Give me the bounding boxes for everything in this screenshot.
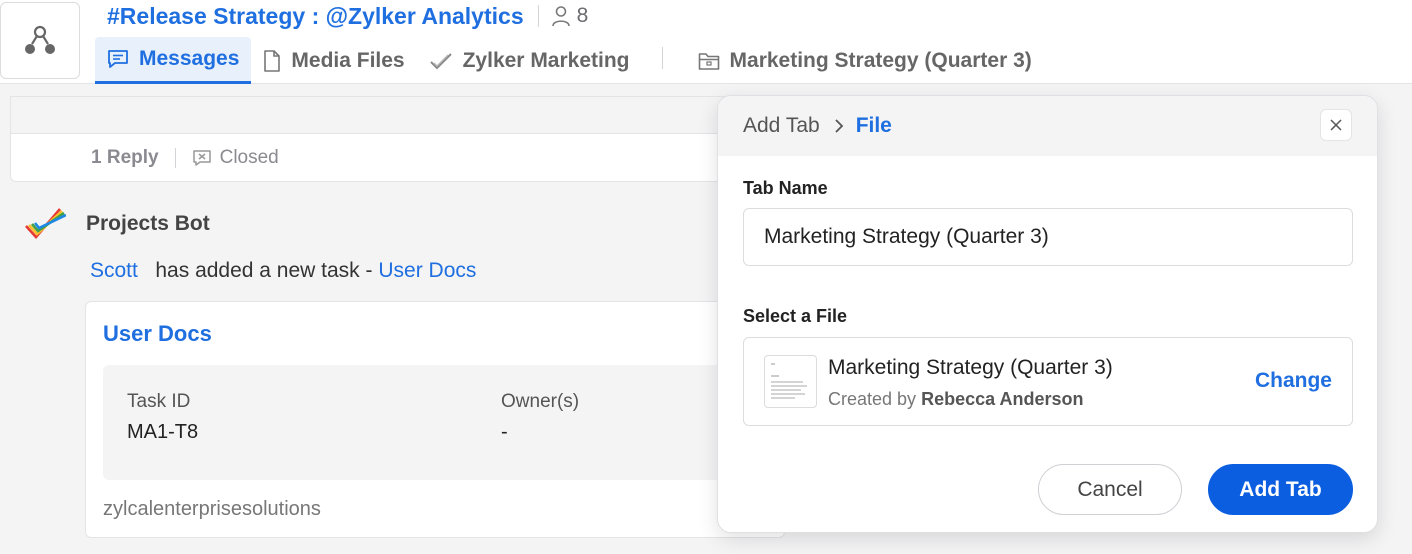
closed-thread-icon	[192, 150, 211, 166]
task-notification: Scott has added a new task - User Docs	[90, 259, 476, 283]
change-file-button[interactable]: Change	[1255, 369, 1332, 393]
channel-title[interactable]: #Release Strategy : @Zylker Analytics	[107, 3, 524, 30]
tab-marketing-strategy-label: Marketing Strategy (Quarter 3)	[729, 48, 1032, 72]
reply-count[interactable]: 1 Reply	[91, 147, 159, 169]
breadcrumb-file: File	[855, 114, 892, 137]
owner-value: -	[501, 421, 508, 443]
breadcrumb-add-tab[interactable]: Add Tab	[743, 114, 820, 138]
cancel-button[interactable]: Cancel	[1038, 464, 1182, 515]
thread-status-label: Closed	[219, 147, 279, 168]
org-name: zylcalenterprisesolutions	[103, 498, 321, 520]
tab-zylker-marketing-label: Zylker Marketing	[462, 48, 630, 72]
thread-card: 1 Reply Closed	[10, 96, 770, 182]
tab-messages[interactable]: Messages	[95, 37, 252, 84]
tab-media-files-label: Media Files	[291, 48, 405, 72]
task-fields: Task ID MA1-T8 Owner(s) -	[103, 365, 786, 480]
folder-icon	[698, 52, 719, 70]
thread-card-top	[11, 97, 769, 134]
tab-name-input[interactable]	[743, 208, 1353, 266]
modal-header: Add Tab File	[718, 96, 1377, 156]
task-link[interactable]: User Docs	[378, 259, 476, 282]
task-id-label: Task ID	[127, 391, 191, 412]
chevron-right-icon	[834, 118, 844, 134]
user-link[interactable]: Scott	[90, 259, 138, 282]
task-card: User Docs Task ID MA1-T8 Owner(s) - zylc…	[85, 301, 786, 538]
bot-name[interactable]: Projects Bot	[86, 212, 210, 236]
owner-field: Owner(s) -	[501, 391, 579, 444]
tab-media-files[interactable]: Media Files	[251, 37, 416, 84]
tab-name-label: Tab Name	[743, 178, 828, 198]
action-text: has added a new task -	[155, 259, 373, 282]
person-icon	[551, 6, 570, 27]
tab-zylker-marketing[interactable]: Zylker Marketing	[417, 37, 642, 84]
created-by-name: Rebecca Anderson	[921, 389, 1084, 409]
checkmark-icon	[429, 52, 452, 69]
task-id-value: MA1-T8	[127, 421, 199, 443]
title-divider	[537, 5, 539, 27]
thread-meta: 1 Reply Closed	[11, 134, 769, 182]
task-card-title[interactable]: User Docs	[103, 321, 212, 347]
task-id-field: Task ID MA1-T8	[127, 391, 198, 444]
channel-header: #Release Strategy : @Zylker Analytics 8 …	[0, 0, 1412, 84]
tab-marketing-strategy[interactable]: Marketing Strategy (Quarter 3)	[686, 37, 1044, 84]
tab-bar: Messages Media Files Zylker Marketing Ma…	[95, 37, 1044, 84]
selected-file: Marketing Strategy (Quarter 3) Created b…	[743, 337, 1353, 426]
title-row: #Release Strategy : @Zylker Analytics 8	[107, 2, 588, 30]
file-created-by: Created by Rebecca Anderson	[828, 389, 1083, 410]
projects-bot-icon	[25, 208, 66, 239]
file-icon	[264, 49, 281, 72]
owner-label: Owner(s)	[501, 391, 580, 412]
member-count[interactable]: 8	[551, 4, 589, 28]
close-icon	[1330, 119, 1342, 131]
meta-divider	[174, 148, 176, 168]
member-count-value: 8	[576, 4, 589, 27]
add-tab-button[interactable]: Add Tab	[1208, 464, 1353, 515]
bot-message-header: Projects Bot	[24, 206, 210, 242]
thread-status: Closed	[192, 147, 279, 169]
message-icon	[108, 50, 128, 68]
select-file-label: Select a File	[743, 306, 848, 326]
file-name: Marketing Strategy (Quarter 3)	[828, 356, 1113, 379]
channel-avatar[interactable]	[0, 2, 80, 79]
file-thumbnail	[764, 355, 817, 408]
created-by-prefix: Created by	[828, 389, 917, 409]
add-tab-modal: Add Tab File Tab Name Select a File Mark…	[717, 95, 1378, 533]
close-button[interactable]	[1320, 109, 1352, 141]
group-icon	[25, 25, 55, 54]
tab-divider	[642, 37, 686, 84]
tab-messages-label: Messages	[139, 47, 240, 70]
